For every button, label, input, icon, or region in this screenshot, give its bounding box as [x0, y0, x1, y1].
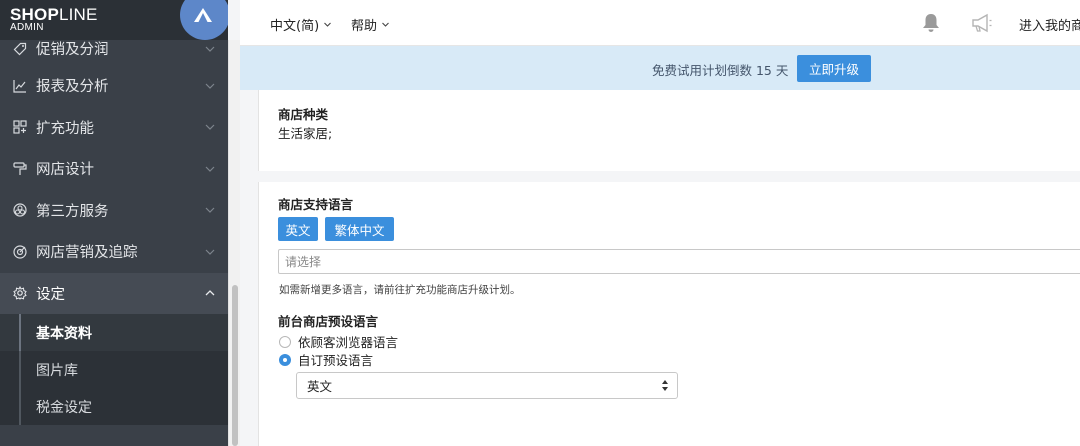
- sidebar: SHOPLINE ADMIN 促销及分润 报表及分析 扩充功能 网店设计 第三方…: [0, 0, 228, 446]
- triangle-logo-icon: [194, 8, 212, 22]
- sidebar-item-store-design[interactable]: 网店设计: [0, 148, 228, 190]
- bell-icon: [923, 14, 939, 32]
- language-menu-label: 中文(简): [270, 19, 320, 34]
- sidebar-item-label: 促销及分润: [36, 42, 109, 58]
- chevron-down-icon: [324, 22, 332, 27]
- submenu-item-label: 图片库: [36, 362, 78, 379]
- chevron-down-icon: [382, 22, 389, 27]
- sidebar-item-marketing[interactable]: 网店营销及追踪: [0, 231, 228, 273]
- brand-name-light: LINE: [58, 5, 98, 24]
- language-tag[interactable]: 英文: [278, 217, 318, 241]
- submenu-item-basic-info[interactable]: 基本资料: [0, 314, 228, 351]
- sidebar-item-apps[interactable]: 扩充功能: [0, 107, 228, 149]
- language-upgrade-hint: 如需新增更多语言，请前往扩充功能商店升级计划。: [279, 284, 521, 296]
- sidebar-item-promotions[interactable]: 促销及分润: [0, 32, 228, 65]
- trial-countdown-text: 免费试用计划倒数 15 天: [652, 63, 789, 78]
- chevron-down-icon: [205, 207, 215, 214]
- chart-icon: [12, 78, 28, 94]
- store-category-value: 生活家居;: [278, 126, 333, 141]
- megaphone-icon: [972, 13, 992, 33]
- dropdown-value: 英文: [307, 379, 333, 394]
- announcements-button[interactable]: [970, 12, 994, 38]
- scrollbar-thumb[interactable]: [232, 285, 238, 446]
- submenu-item-label: 基本资料: [36, 325, 92, 342]
- integrations-icon: [12, 202, 28, 218]
- sidebar-item-label: 扩充功能: [36, 120, 94, 137]
- top-bar: 中文(简) 帮助 进入我的商: [240, 0, 1080, 46]
- store-category-card: 商店种类 生活家居;: [258, 90, 1080, 171]
- language-menu[interactable]: 中文(简): [270, 15, 332, 34]
- radio-label: 依顾客浏览器语言: [298, 335, 399, 350]
- chevron-down-icon: [205, 166, 215, 172]
- radio-button-selected[interactable]: [279, 353, 291, 366]
- settings-submenu: 基本资料 图片库 税金设定: [0, 314, 228, 425]
- default-language-dropdown[interactable]: 英文: [296, 372, 678, 399]
- default-language-label: 前台商店预设语言: [278, 314, 379, 329]
- radio-browser-language[interactable]: 依顾客浏览器语言: [279, 332, 398, 351]
- sidebar-item-third-party[interactable]: 第三方服务: [0, 190, 228, 232]
- submenu-item-tax-settings[interactable]: 税金设定: [0, 388, 228, 425]
- store-category-label: 商店种类: [278, 107, 329, 122]
- go-to-store-link[interactable]: 进入我的商: [1019, 15, 1080, 34]
- paint-roller-icon: [12, 161, 28, 177]
- language-settings-card: 商店支持语言 英文 繁体中文 请选择 如需新增更多语言，请前往扩充功能商店升级计…: [258, 182, 1080, 446]
- submenu-item-label: 税金设定: [36, 399, 92, 416]
- sidebar-item-label: 第三方服务: [36, 203, 109, 220]
- language-select-input[interactable]: 请选择: [278, 249, 1080, 274]
- trial-banner: 免费试用计划倒数 15 天 立即升级: [240, 46, 1080, 90]
- sidebar-item-label: 网店营销及追踪: [36, 245, 138, 262]
- chevron-up-icon: [205, 290, 215, 296]
- radio-custom-language[interactable]: 自订预设语言: [279, 350, 373, 369]
- chevron-down-icon: [205, 83, 215, 89]
- apps-icon: [12, 119, 28, 135]
- sidebar-item-reports[interactable]: 报表及分析: [0, 65, 228, 107]
- help-menu[interactable]: 帮助: [351, 15, 390, 34]
- store-languages-label: 商店支持语言: [278, 197, 354, 212]
- sidebar-item-settings[interactable]: 设定: [0, 272, 228, 314]
- brand-logo[interactable]: SHOPLINE ADMIN: [10, 6, 98, 33]
- chevron-down-icon: [205, 46, 215, 52]
- notifications-button[interactable]: [920, 12, 942, 38]
- tag-icon: [12, 41, 28, 57]
- radio-button[interactable]: [279, 335, 291, 348]
- chevron-down-icon: [205, 249, 215, 255]
- gear-icon: [12, 285, 28, 301]
- target-icon: [12, 244, 28, 260]
- radio-label: 自订预设语言: [298, 353, 374, 368]
- language-select-placeholder: 请选择: [285, 255, 322, 269]
- main-content: 商店种类 生活家居; 商店支持语言 英文 繁体中文 请选择 如需新增更多语言，请…: [240, 90, 1080, 446]
- submenu-item-image-library[interactable]: 图片库: [0, 351, 228, 388]
- help-menu-label: 帮助: [351, 19, 378, 34]
- sidebar-item-label: 网店设计: [36, 162, 94, 179]
- upgrade-button[interactable]: 立即升级: [797, 55, 871, 82]
- select-arrows-icon: [661, 379, 669, 392]
- language-tag[interactable]: 繁体中文: [325, 217, 394, 241]
- sidebar-scrollbar[interactable]: [228, 40, 240, 446]
- sidebar-item-label: 报表及分析: [36, 79, 109, 96]
- chevron-down-icon: [205, 124, 215, 131]
- sidebar-item-label: 设定: [36, 286, 65, 303]
